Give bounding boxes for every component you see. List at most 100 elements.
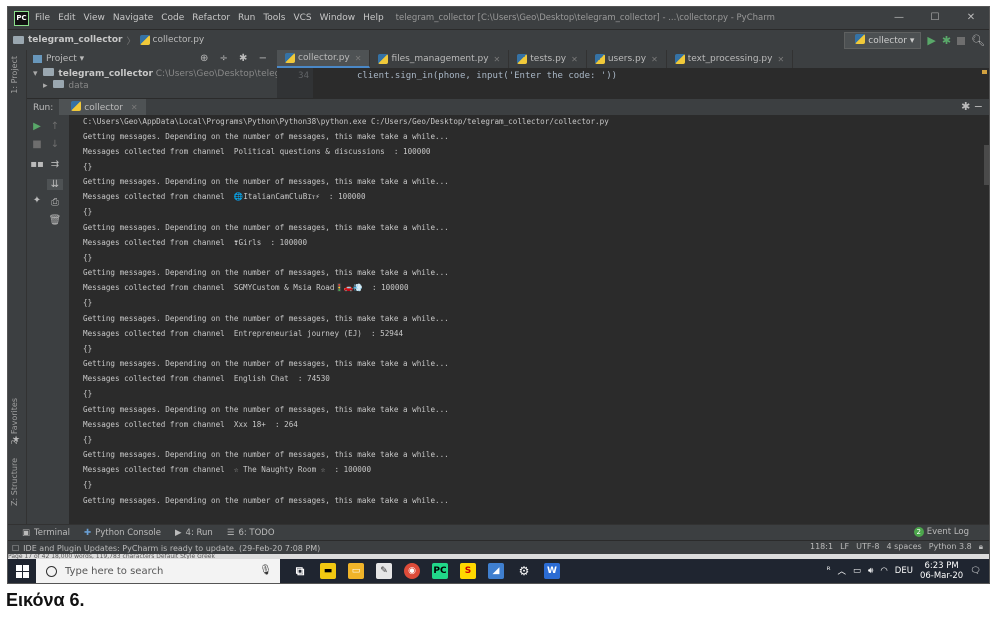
tab-users[interactable]: users.py ✕	[587, 50, 667, 68]
menu-vcs[interactable]: VCS	[293, 13, 311, 23]
status-message[interactable]: IDE and Plugin Updates: PyCharm is ready…	[23, 544, 320, 553]
notification-center-icon[interactable]: 🗨︎	[970, 566, 981, 576]
clock[interactable]: 6:23 PM 06-Mar-20	[920, 561, 963, 581]
menu-window[interactable]: Window	[320, 13, 356, 23]
scrollbar-thumb[interactable]	[984, 145, 989, 185]
layout-icon[interactable]: ▪▪	[29, 159, 45, 170]
tray-overflow-icon[interactable]: ︿	[837, 565, 846, 577]
expand-arrow-icon: ▾	[33, 69, 38, 79]
interpreter[interactable]: Python 3.8	[929, 542, 972, 552]
run-icon[interactable]: ▶	[927, 34, 935, 47]
close-tab-icon[interactable]: ✕	[131, 103, 138, 112]
pycharm-taskbar-icon[interactable]: PC	[432, 563, 448, 579]
python-console-tab[interactable]: ✚ Python Console	[84, 528, 161, 538]
run-toolbar: collector ▾ ▶ ✱ 🔍︎	[844, 32, 985, 49]
debug-icon[interactable]: ✱	[942, 34, 951, 47]
notepad-icon[interactable]: ✎	[376, 563, 392, 579]
menu-edit[interactable]: Edit	[58, 13, 75, 23]
chrome-icon[interactable]: ◉	[404, 563, 420, 579]
up-arrow-icon[interactable]: ↑	[47, 121, 63, 132]
sublime-icon[interactable]: S	[460, 563, 476, 579]
file-encoding[interactable]: UTF-8	[856, 542, 879, 552]
close-tab-icon[interactable]: ✕	[494, 55, 501, 64]
console-line: {}	[83, 480, 93, 489]
down-arrow-icon[interactable]: ↓	[47, 139, 63, 150]
event-log-button[interactable]: 2 Event Log	[913, 527, 969, 537]
scroll-to-end-icon[interactable]: ⇊	[47, 179, 63, 190]
run-tab-collector[interactable]: collector ✕	[59, 99, 146, 116]
rerun-icon[interactable]: ▶	[29, 121, 45, 132]
settings-gear-icon[interactable]: ⚙	[516, 563, 532, 579]
sticky-notes-icon[interactable]: ▬	[320, 563, 336, 579]
tree-item-root[interactable]: ▾ telegram_collector C:\Users\Geo\Deskto…	[27, 68, 277, 80]
event-count-badge: 2	[913, 527, 924, 537]
task-view-icon[interactable]: ⧉	[292, 563, 308, 579]
breadcrumb-project[interactable]: telegram_collector	[28, 35, 122, 45]
todo-tab[interactable]: ☰ 6: TODO	[227, 528, 275, 538]
menu-refactor[interactable]: Refactor	[192, 13, 230, 23]
search-icon[interactable]: 🔍︎	[971, 34, 985, 47]
word-icon[interactable]: W	[544, 563, 560, 579]
minimize-button[interactable]: —	[881, 7, 917, 29]
run-tab-label: collector	[84, 103, 123, 113]
console-line: Messages collected from channel ❣Girls :…	[83, 238, 308, 247]
print-icon[interactable]: ⎙	[47, 197, 63, 208]
wifi-icon[interactable]: ◠	[880, 566, 887, 576]
breadcrumb-file[interactable]: collector.py	[153, 35, 205, 45]
tab-label: files_management.py	[391, 54, 489, 64]
console-scrollbar[interactable]	[984, 115, 989, 524]
tab-collector[interactable]: collector.py ✕	[277, 50, 371, 68]
line-separator[interactable]: LF	[840, 542, 849, 552]
windows-taskbar: Type here to search 🎙︎ ⧉ ▬ ▭ ✎ ◉ PC S ◢ …	[8, 559, 989, 583]
run-settings-icon[interactable]: ✱ −	[961, 100, 983, 113]
terminal-tab[interactable]: ▣ Terminal	[22, 528, 70, 538]
menu-file[interactable]: File	[35, 13, 50, 23]
clear-icon[interactable]: 🗑︎	[47, 215, 63, 226]
maximize-button[interactable]: ☐	[917, 7, 953, 29]
menu-code[interactable]: Code	[161, 13, 184, 23]
notification-icon: ☐	[12, 543, 20, 553]
project-side-tab[interactable]: 1: Project	[10, 56, 19, 94]
close-button[interactable]: ✕	[953, 7, 989, 29]
tab-text-processing[interactable]: text_processing.py ✕	[667, 50, 794, 68]
star-icon: ★	[12, 435, 21, 445]
stop-icon[interactable]	[957, 36, 966, 45]
tree-item-data[interactable]: ▸ data	[27, 80, 277, 92]
close-tab-icon[interactable]: ✕	[355, 54, 362, 63]
console-output[interactable]: C:\Users\Geo\AppData\Local\Programs\Pyth…	[69, 115, 984, 524]
close-tab-icon[interactable]: ✕	[651, 55, 658, 64]
menu-navigate[interactable]: Navigate	[113, 13, 153, 23]
tab-tests[interactable]: tests.py ✕	[509, 50, 587, 68]
taskbar-search[interactable]: Type here to search 🎙︎	[36, 559, 280, 583]
menu-help[interactable]: Help	[363, 13, 384, 23]
run-tool-tab[interactable]: ▶ 4: Run	[175, 528, 213, 538]
file-explorer-icon[interactable]: ▭	[348, 563, 364, 579]
code-editor[interactable]: 34 client.sign_in(phone, input('Enter th…	[277, 68, 989, 98]
people-icon[interactable]: ᴿ	[827, 566, 831, 576]
menu-tools[interactable]: Tools	[263, 13, 285, 23]
battery-icon[interactable]: ▭	[853, 566, 861, 576]
close-tab-icon[interactable]: ✕	[777, 55, 784, 64]
run-configuration-select[interactable]: collector ▾	[844, 32, 922, 49]
pin-icon[interactable]: ✦	[29, 195, 45, 206]
soft-wrap-icon[interactable]: ⇉	[47, 159, 63, 170]
menu-run[interactable]: Run	[238, 13, 255, 23]
window-controls: — ☐ ✕	[881, 7, 989, 29]
microphone-icon[interactable]: 🎙︎	[259, 565, 272, 576]
menu-view[interactable]: View	[84, 13, 105, 23]
project-view-select[interactable]: Project ▾	[46, 54, 84, 64]
volume-icon[interactable]: 🔊︎	[868, 566, 873, 576]
close-tab-icon[interactable]: ✕	[571, 55, 578, 64]
project-panel-actions[interactable]: ⊕ ÷ ✱ −	[200, 53, 271, 64]
tab-files-management[interactable]: files_management.py ✕	[370, 50, 510, 68]
windows-logo-icon	[15, 564, 29, 578]
language-indicator[interactable]: DEU	[895, 566, 913, 576]
tree-root-path: C:\Users\Geo\Desktop\telegram_	[155, 69, 277, 79]
stop-icon[interactable]: ■	[29, 139, 45, 150]
onenote-icon[interactable]: ◢	[488, 563, 504, 579]
caret-position[interactable]: 118:1	[810, 542, 833, 552]
indent-setting[interactable]: 4 spaces	[886, 542, 921, 552]
structure-side-tab[interactable]: Z: Structure	[10, 458, 19, 506]
console-line: C:\Users\Geo\AppData\Local\Programs\Pyth…	[83, 117, 609, 126]
start-button[interactable]	[8, 564, 36, 578]
